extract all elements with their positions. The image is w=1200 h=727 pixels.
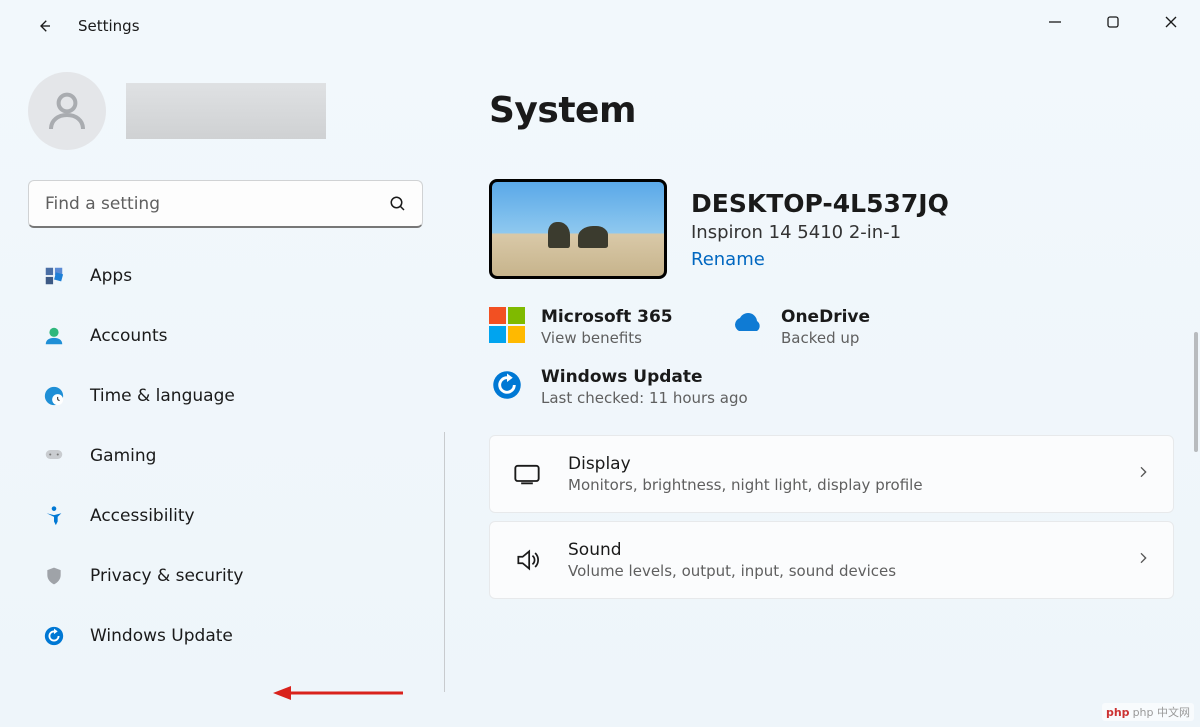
app-title: Settings <box>78 17 140 35</box>
back-button[interactable] <box>24 6 64 46</box>
card-sound[interactable]: Sound Volume levels, output, input, soun… <box>489 521 1174 599</box>
chevron-right-icon <box>1135 464 1151 484</box>
nav-label: Accessibility <box>90 506 195 526</box>
card-sub: Monitors, brightness, night light, displ… <box>568 476 1135 494</box>
device-thumbnail[interactable] <box>489 179 667 279</box>
sound-icon <box>512 545 542 575</box>
window-controls <box>1026 0 1200 44</box>
nav-label: Privacy & security <box>90 566 244 586</box>
status-sub: View benefits <box>541 329 673 347</box>
scrollbar[interactable] <box>1194 332 1198 452</box>
search-input[interactable] <box>28 180 423 228</box>
status-windows-update[interactable]: Windows Update Last checked: 11 hours ag… <box>489 367 1174 407</box>
sidebar-item-apps[interactable]: Apps <box>28 252 423 300</box>
update-icon <box>489 367 525 403</box>
sidebar-item-windows-update[interactable]: Windows Update <box>28 612 423 660</box>
search-wrap <box>28 180 423 228</box>
device-name: DESKTOP-4L537JQ <box>691 189 949 218</box>
device-model: Inspiron 14 5410 2-in-1 <box>691 222 949 243</box>
sidebar-item-accessibility[interactable]: Accessibility <box>28 492 423 540</box>
device-info: DESKTOP-4L537JQ Inspiron 14 5410 2-in-1 … <box>691 189 949 270</box>
sidebar-item-accounts[interactable]: Accounts <box>28 312 423 360</box>
main-content: System DESKTOP-4L537JQ Inspiron 14 5410 … <box>445 52 1200 727</box>
microsoft-logo-icon <box>489 307 525 343</box>
title-bar: Settings <box>0 0 1200 52</box>
display-icon <box>512 459 542 489</box>
sidebar-item-gaming[interactable]: Gaming <box>28 432 423 480</box>
gaming-icon <box>42 444 66 468</box>
card-title: Sound <box>568 540 1135 560</box>
accessibility-icon <box>42 504 66 528</box>
chevron-right-icon <box>1135 550 1151 570</box>
maximize-icon <box>1106 15 1120 29</box>
close-icon <box>1164 15 1178 29</box>
status-sub: Last checked: 11 hours ago <box>541 389 748 407</box>
card-title: Display <box>568 454 1135 474</box>
status-row: Microsoft 365 View benefits OneDrive Bac… <box>489 307 1174 347</box>
search-icon <box>389 195 407 213</box>
nav-label: Apps <box>90 266 132 286</box>
sidebar-item-time-language[interactable]: Time & language <box>28 372 423 420</box>
red-arrow-annotation <box>273 683 403 703</box>
device-row: DESKTOP-4L537JQ Inspiron 14 5410 2-in-1 … <box>489 179 1174 279</box>
person-icon <box>43 87 91 135</box>
avatar <box>28 72 106 150</box>
close-button[interactable] <box>1142 0 1200 44</box>
status-microsoft-365[interactable]: Microsoft 365 View benefits <box>489 307 719 347</box>
nav-label: Time & language <box>90 386 235 406</box>
sidebar: Apps Accounts Time & language Gaming Acc… <box>0 52 445 727</box>
accounts-icon <box>42 324 66 348</box>
card-display[interactable]: Display Monitors, brightness, night ligh… <box>489 435 1174 513</box>
minimize-button[interactable] <box>1026 0 1084 44</box>
watermark: phpphp 中文网 <box>1102 703 1194 721</box>
card-sub: Volume levels, output, input, sound devi… <box>568 562 1135 580</box>
status-onedrive[interactable]: OneDrive Backed up <box>729 307 959 347</box>
nav-label: Windows Update <box>90 626 233 646</box>
status-title: Microsoft 365 <box>541 307 673 327</box>
apps-icon <box>42 264 66 288</box>
maximize-button[interactable] <box>1084 0 1142 44</box>
page-title: System <box>489 90 1174 131</box>
sidebar-item-privacy[interactable]: Privacy & security <box>28 552 423 600</box>
nav-label: Accounts <box>90 326 168 346</box>
globe-clock-icon <box>42 384 66 408</box>
user-block[interactable] <box>28 72 423 150</box>
status-title: OneDrive <box>781 307 870 327</box>
minimize-icon <box>1048 15 1062 29</box>
rename-link[interactable]: Rename <box>691 249 765 270</box>
nav-label: Gaming <box>90 446 156 466</box>
status-sub: Backed up <box>781 329 870 347</box>
arrow-left-icon <box>35 17 53 35</box>
shield-icon <box>42 564 66 588</box>
update-icon <box>42 624 66 648</box>
status-title: Windows Update <box>541 367 748 387</box>
nav-list: Apps Accounts Time & language Gaming Acc… <box>28 252 423 672</box>
onedrive-icon <box>729 307 765 343</box>
user-name-redacted <box>126 83 326 139</box>
